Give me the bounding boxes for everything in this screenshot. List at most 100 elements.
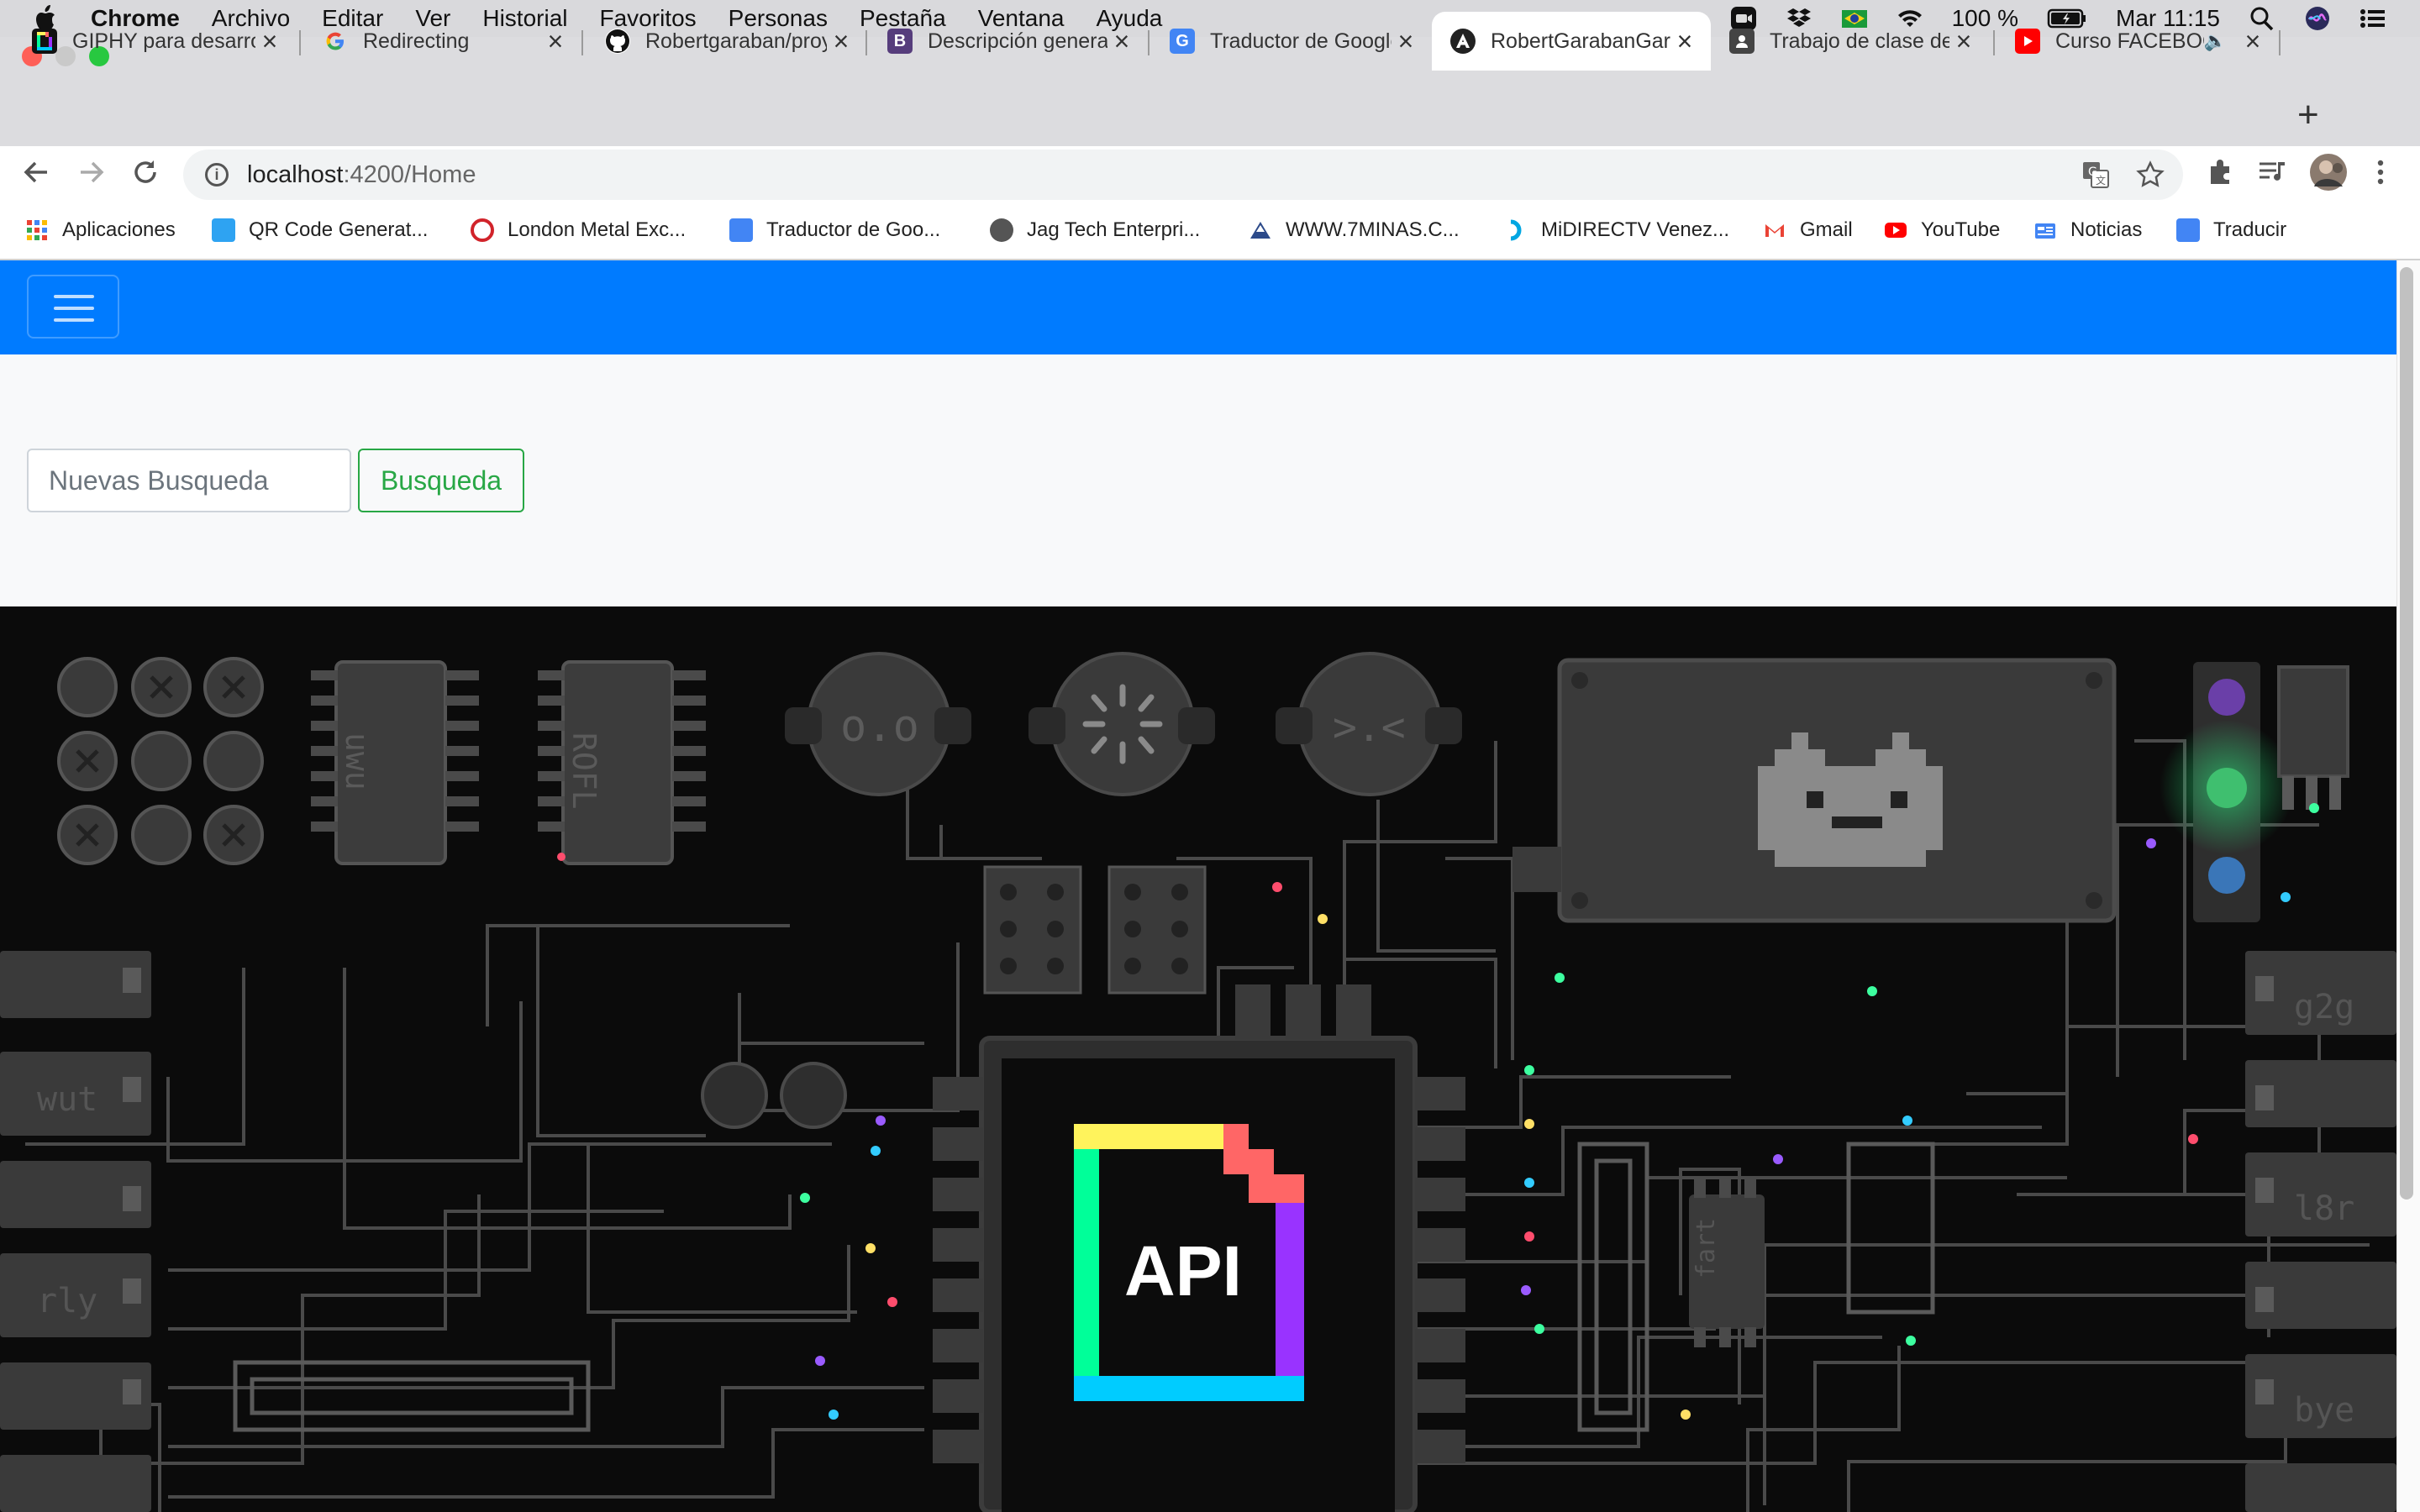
chip-label: uwu: [339, 732, 376, 790]
translate-icon: [729, 218, 753, 242]
bookmark-7minas[interactable]: WWW.7MINAS.C...: [1249, 218, 1460, 242]
bookmark-jag-tech[interactable]: Jag Tech Enterpri...: [990, 218, 1200, 242]
bookmark-noticias[interactable]: Noticias: [2033, 218, 2142, 242]
giphy-icon: [32, 29, 57, 54]
tab-close-icon[interactable]: ×: [1949, 26, 1978, 57]
extensions-icon[interactable]: [2207, 158, 2235, 194]
tab-close-icon[interactable]: ×: [1392, 26, 1420, 57]
giphy-api-hero-image: uwu ROFL o.o >.< fart wut rly g2g l8r by…: [0, 606, 2396, 1512]
translate-icon: G: [1170, 29, 1195, 54]
tab-title: Descripción general: [928, 29, 1107, 53]
bookmark-star-icon[interactable]: [2136, 160, 2165, 189]
bookmark-qr-code[interactable]: QR Code Generat...: [212, 218, 428, 242]
search-button[interactable]: Busqueda: [358, 449, 524, 512]
audio-playing-icon[interactable]: 🔈: [2204, 30, 2227, 52]
forward-button[interactable]: [77, 158, 106, 194]
tab-title: Traductor de Google: [1210, 29, 1392, 53]
bookmark-label: QR Code Generat...: [249, 218, 429, 241]
bookmark-label: Traductor de Goo...: [766, 218, 941, 241]
youtube-icon: [1885, 223, 1907, 238]
siri-icon[interactable]: [2304, 6, 2331, 31]
search-input[interactable]: [27, 449, 351, 512]
bookmark-traductor[interactable]: Traductor de Goo...: [729, 218, 940, 242]
qr-icon: [212, 218, 235, 242]
tab-strip: [0, 76, 2420, 146]
navbar-toggler-button[interactable]: [27, 275, 119, 339]
news-icon: [2035, 223, 2055, 239]
translate-icon: [2176, 218, 2200, 242]
bookmark-label: London Metal Exc...: [508, 218, 687, 241]
tab-title: GIPHY para desarrolladores: [72, 29, 255, 53]
tab-close-icon[interactable]: ×: [541, 26, 570, 57]
tab-traductor[interactable]: G Traductor de Google ×: [1151, 12, 1432, 71]
google-icon: [323, 29, 348, 54]
tab-close-icon[interactable]: ×: [827, 26, 855, 57]
globe-icon: [990, 218, 1013, 242]
address-bar[interactable]: i localhost:4200/Home G文: [183, 150, 2183, 200]
chrome-menu-icon[interactable]: [2375, 158, 2386, 194]
bookmark-aplicaciones[interactable]: Aplicaciones: [25, 218, 176, 242]
bookmark-label: Aplicaciones: [62, 218, 176, 241]
tab-giphy[interactable]: GIPHY para desarrolladores ×: [13, 12, 296, 71]
hamburger-icon: [54, 295, 94, 298]
tab-bootstrap[interactable]: B Descripción general ×: [869, 12, 1148, 71]
url-text[interactable]: localhost:4200/Home: [247, 161, 476, 189]
reload-button[interactable]: [131, 158, 160, 194]
new-tab-button[interactable]: +: [2297, 94, 2319, 136]
tab-angular-active[interactable]: RobertGarabanGaraban ×: [1432, 12, 1711, 71]
bookmark-london-metal[interactable]: London Metal Exc...: [471, 218, 686, 242]
translate-page-icon[interactable]: G文: [2081, 160, 2111, 190]
github-icon: [605, 29, 630, 54]
resistor-label: rly: [37, 1282, 97, 1320]
chip-label: ROFL: [566, 732, 602, 810]
app-navbar: [0, 260, 2396, 354]
resistor-label: l8r: [2294, 1189, 2354, 1228]
tab-close-icon[interactable]: ×: [255, 26, 284, 57]
svg-text:文: 文: [2096, 174, 2106, 186]
media-control-icon[interactable]: [2257, 158, 2287, 194]
tab-github[interactable]: Robertgaraban/proyecto ×: [587, 12, 867, 71]
tab-close-icon[interactable]: ×: [1107, 26, 1136, 57]
bookmark-traducir[interactable]: Traducir: [2176, 218, 2286, 242]
profile-avatar[interactable]: [2309, 153, 2348, 199]
page-viewport: Busqueda: [0, 260, 2396, 1512]
angular-icon: [1450, 29, 1476, 54]
dial-label: >.<: [1333, 704, 1406, 751]
tab-separator: [581, 30, 583, 55]
tab-separator: [1993, 30, 1995, 55]
bookmark-label: YouTube: [1921, 218, 2001, 241]
circuit-board-illustration: uwu ROFL o.o >.< fart wut rly g2g l8r by…: [0, 606, 2396, 1512]
youtube-icon: [2015, 29, 2040, 54]
directv-icon: [1510, 219, 1522, 241]
bookmark-midirectv[interactable]: MiDIRECTV Venez...: [1504, 218, 1729, 242]
tab-title: Trabajo de clase de: [1770, 29, 1949, 53]
tab-redirecting[interactable]: Redirecting ×: [304, 12, 581, 71]
resistor-label: bye: [2294, 1391, 2354, 1430]
tab-separator: [299, 30, 301, 55]
bookmark-label: Gmail: [1800, 218, 1853, 241]
resistor-label: wut: [37, 1080, 97, 1119]
control-center-icon[interactable]: [2360, 6, 2386, 31]
tab-title: RobertGarabanGaraban: [1491, 29, 1670, 53]
scrollbar-thumb[interactable]: [2400, 267, 2413, 1200]
site-info-icon[interactable]: i: [205, 163, 229, 186]
chip-label: fart: [1691, 1218, 1721, 1278]
back-button[interactable]: [22, 158, 50, 194]
mountain-icon: [1250, 222, 1270, 239]
bookmark-label: Noticias: [2070, 218, 2143, 241]
tab-close-icon[interactable]: ×: [2238, 26, 2267, 57]
bookmark-label: MiDIRECTV Venez...: [1541, 218, 1730, 241]
bookmark-youtube[interactable]: YouTube: [1884, 218, 2000, 242]
tab-classroom[interactable]: Trabajo de clase de ×: [1711, 12, 1990, 71]
classroom-icon: [1729, 29, 1754, 54]
bookmark-label: Traducir: [2213, 218, 2287, 241]
tab-close-icon[interactable]: ×: [1670, 26, 1699, 57]
gmail-icon: [1765, 224, 1784, 237]
tab-title: Curso FACEBOOK: [2055, 29, 2204, 53]
resistor-label: g2g: [2294, 988, 2354, 1026]
tab-youtube-course[interactable]: Curso FACEBOOK 🔈 ×: [1996, 12, 2279, 71]
lme-icon: [471, 218, 494, 242]
tab-separator: [865, 30, 867, 55]
bookmark-label: WWW.7MINAS.C...: [1286, 218, 1460, 241]
bookmark-gmail[interactable]: Gmail: [1763, 218, 1853, 242]
